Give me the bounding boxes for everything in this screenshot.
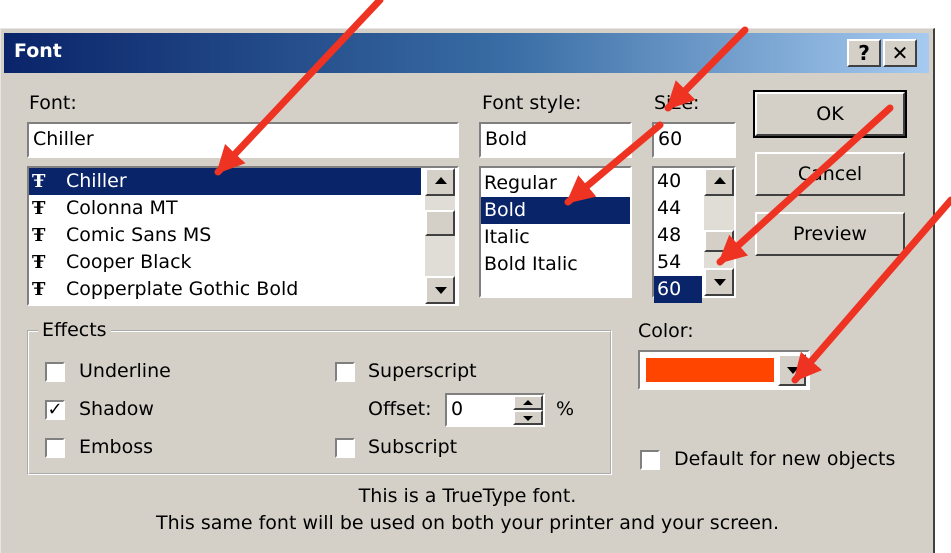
arrow-to-size-label	[664, 26, 749, 112]
arrow-to-size-scroll	[716, 104, 894, 266]
arrow-to-style-list	[564, 121, 664, 206]
arrow-to-font-list	[214, 0, 384, 176]
annotation-arrows	[214, 0, 951, 384]
arrow-to-color-dropdown	[791, 196, 951, 384]
